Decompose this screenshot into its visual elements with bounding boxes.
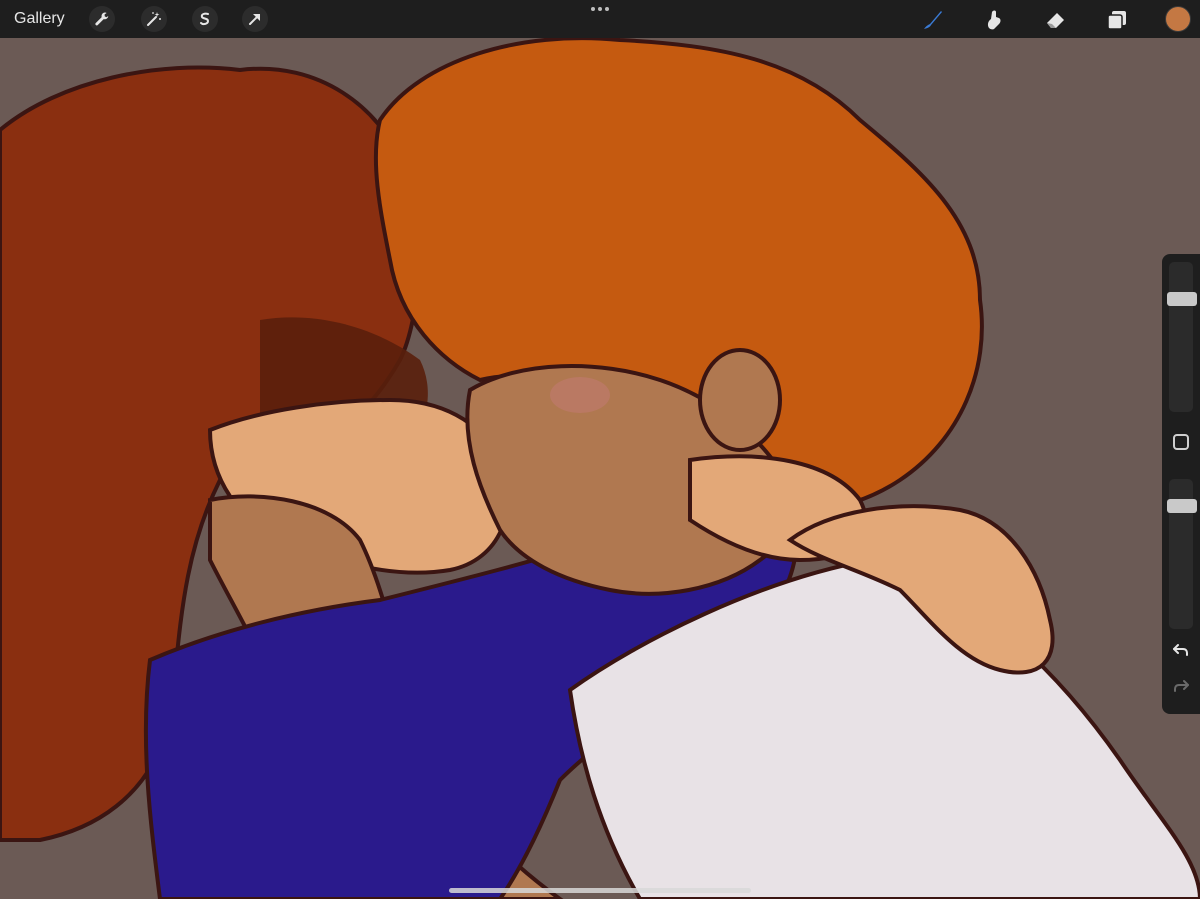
adjustments-button[interactable] [141, 6, 167, 32]
selection-icon [200, 12, 210, 26]
cheek-blush [550, 377, 610, 413]
side-toolbar [1162, 254, 1200, 714]
color-picker-button[interactable] [1166, 7, 1190, 31]
magic-wand-icon [147, 12, 161, 26]
redo-icon [1174, 680, 1189, 692]
smudge-icon [987, 10, 1001, 30]
undo-button[interactable] [1171, 640, 1191, 660]
procreate-app: Gallery [0, 0, 1200, 899]
brush-icon [924, 11, 942, 29]
right-ear [698, 348, 782, 452]
ellipsis-icon [591, 7, 609, 11]
selection-button[interactable] [192, 6, 218, 32]
modify-button[interactable] [1173, 434, 1189, 450]
redo-button[interactable] [1171, 676, 1191, 696]
actions-button[interactable] [89, 6, 115, 32]
smudge-tool-button[interactable] [979, 5, 1009, 35]
transform-button[interactable] [242, 6, 268, 32]
layers-icon [1107, 11, 1126, 30]
home-indicator[interactable] [449, 888, 751, 893]
top-toolbar: Gallery [0, 0, 1200, 38]
brush-size-thumb[interactable] [1167, 292, 1197, 306]
more-options-button[interactable] [586, 2, 614, 16]
drawing-canvas[interactable] [0, 0, 1200, 899]
paint-tool-button[interactable] [918, 5, 948, 35]
undo-icon [1173, 644, 1188, 656]
opacity-thumb[interactable] [1167, 499, 1197, 513]
opacity-slider[interactable] [1167, 479, 1197, 629]
eraser-tool-button[interactable] [1041, 5, 1071, 35]
wrench-icon [95, 12, 109, 26]
arrow-cursor-icon [249, 14, 260, 25]
gallery-button[interactable]: Gallery [14, 8, 65, 30]
layers-button[interactable] [1102, 5, 1132, 35]
brush-size-slider[interactable] [1167, 262, 1197, 412]
eraser-icon [1047, 13, 1064, 28]
